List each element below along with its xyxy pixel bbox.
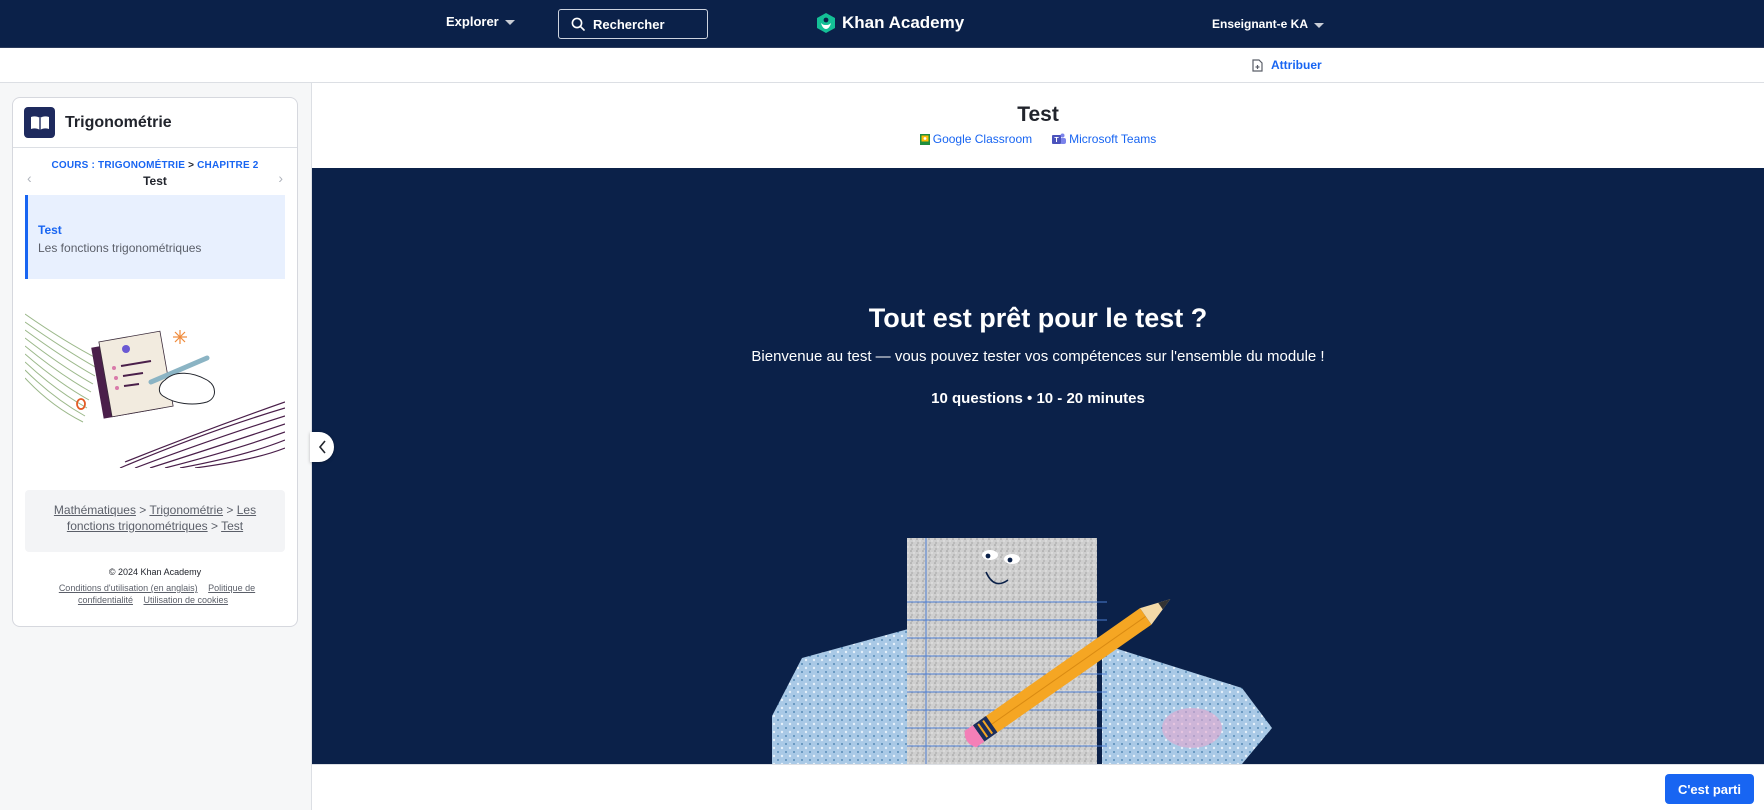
sidebar-item-test[interactable]: Test Les fonctions trigonométriques [25,195,285,279]
breadcrumb-link-mathematiques[interactable]: Mathématiques [54,503,136,517]
bottom-action-bar: C'est parti [312,764,1764,810]
breadcrumb-course-link[interactable]: COURS : TRIGONOMÉTRIE [51,160,185,171]
khan-academy-logo-icon [817,13,835,33]
writing-hand-illustration [25,313,285,468]
search-label: Rechercher [593,16,665,32]
start-test-button[interactable]: C'est parti [1664,774,1754,804]
top-navigation-bar: Explorer Rechercher Khan Academy Enseign… [0,0,1764,48]
course-card: Trigonométrie ‹ COURS : TRIGONOMÉTRIE > … [12,97,298,627]
search-icon [571,17,585,31]
main-content: Test Google Classroom T Microsoft Teams … [310,83,1764,810]
breadcrumb-separator: > [139,503,147,517]
terms-link[interactable]: Conditions d'utilisation (en anglais) [59,583,198,593]
sidebar-item-title: Test [38,223,62,237]
breadcrumb-link-trigonometrie[interactable]: Trigonométrie [149,503,223,517]
unit-navigator: ‹ COURS : TRIGONOMÉTRIE > CHAPITRE 2 Tes… [13,148,297,194]
breadcrumb-chapter-link[interactable]: CHAPITRE 2 [197,160,258,171]
chevron-right-icon[interactable]: › [278,170,283,186]
microsoft-teams-link[interactable]: T Microsoft Teams [1052,132,1156,146]
breadcrumb-separator: > [226,503,234,517]
chevron-down-icon [504,20,515,25]
user-label: Enseignant-e KA [1212,17,1309,31]
current-unit-label: Test [143,174,167,188]
course-title[interactable]: Trigonométrie [65,114,172,132]
assign-label: Attribuer [1271,58,1322,72]
course-sidebar: Trigonométrie ‹ COURS : TRIGONOMÉTRIE > … [0,83,312,810]
explore-menu-button[interactable]: Explorer [446,14,515,29]
page-title: Test [1017,103,1059,126]
google-classroom-label: Google Classroom [932,132,1033,146]
breadcrumb-link-test[interactable]: Test [221,519,243,533]
cookies-link[interactable]: Utilisation de cookies [144,595,229,605]
chevron-left-icon [318,440,326,454]
course-book-icon [24,107,55,138]
svg-text:T: T [1054,137,1059,144]
logo-text: Khan Academy [842,13,965,32]
course-chapter-breadcrumb: COURS : TRIGONOMÉTRIE > CHAPITRE 2 [13,160,297,171]
khan-academy-logo[interactable]: Khan Academy [816,12,964,34]
breadcrumb: Mathématiques > Trigonométrie > Les fonc… [25,490,285,552]
google-classroom-icon [919,133,930,145]
chevron-down-icon [1314,22,1325,28]
breadcrumb-separator: > [188,160,195,171]
legal-links: Conditions d'utilisation (en anglais) Po… [43,582,267,606]
hero-title: Tout est prêt pour le test ? [868,303,1208,333]
copyright-text: © 2024 Khan Academy [108,567,202,577]
breadcrumb-separator: > [210,519,218,533]
microsoft-teams-icon: T [1052,133,1067,144]
explore-label: Explorer [446,14,499,29]
sidebar-item-subtitle: Les fonctions trigonométriques [38,241,202,255]
search-box[interactable]: Rechercher [558,9,708,39]
action-bar: Attribuer [0,48,1764,83]
test-intro-banner: Tout est prêt pour le test ? Bienvenue a… [312,168,1764,764]
user-menu-button[interactable]: Enseignant-e KA [1212,17,1325,31]
course-header: Trigonométrie [13,98,297,148]
microsoft-teams-label: Microsoft Teams [1069,132,1157,146]
test-duration-info: 10 questions • 10 - 20 minutes [931,390,1145,407]
google-classroom-link[interactable]: Google Classroom [919,132,1033,146]
hero-subtitle: Bienvenue au test — vous pouvez tester v… [751,348,1325,365]
assign-document-icon [1252,58,1263,72]
paper-pencil-illustration [772,538,1272,764]
share-links: Google Classroom T Microsoft Teams [312,132,1764,146]
assign-button[interactable]: Attribuer [1252,58,1322,72]
